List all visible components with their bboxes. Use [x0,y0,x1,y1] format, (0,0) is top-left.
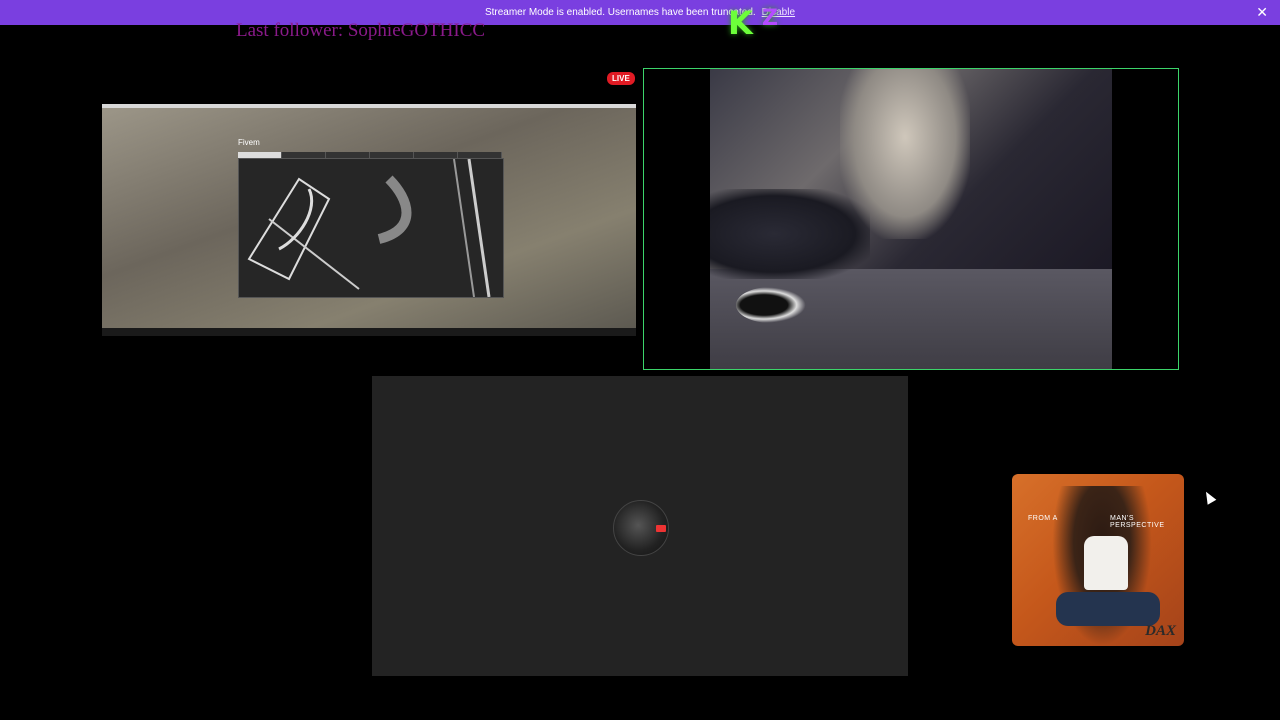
mouse-cursor-icon [1201,489,1217,505]
close-icon[interactable]: ✕ [1256,4,1268,21]
album-artist: DAX [1145,623,1176,639]
webcam-cat [736,287,806,323]
banner-message: Streamer Mode is enabled. Usernames have… [484,7,756,18]
webcam-person [840,69,970,239]
live-badge: LIVE [607,72,635,85]
game-map [238,158,504,298]
screen-share-tile[interactable]: Fivem [102,104,636,336]
last-follower-text: Last follower: SophieGOTHICC [236,20,486,41]
avatar-badge-icon [656,525,666,532]
webcam-tile[interactable] [643,68,1179,370]
logo-letter: K [728,4,753,42]
album-art: FROM A MAN'S PERSPECTIVE DAX [1012,474,1184,646]
voice-participant-tile[interactable] [372,376,908,676]
desktop-taskbar [102,328,636,336]
game-menu-title: Fivem [238,138,260,147]
album-caption-right: MAN'S PERSPECTIVE [1110,515,1165,529]
avatar [613,500,669,556]
channel-logo: K Z [728,4,786,42]
logo-sub-letter: Z [762,6,778,31]
webcam-feed [710,69,1112,369]
album-caption-left: FROM A [1028,515,1058,522]
streamer-mode-banner: Streamer Mode is enabled. Usernames have… [0,0,1280,25]
